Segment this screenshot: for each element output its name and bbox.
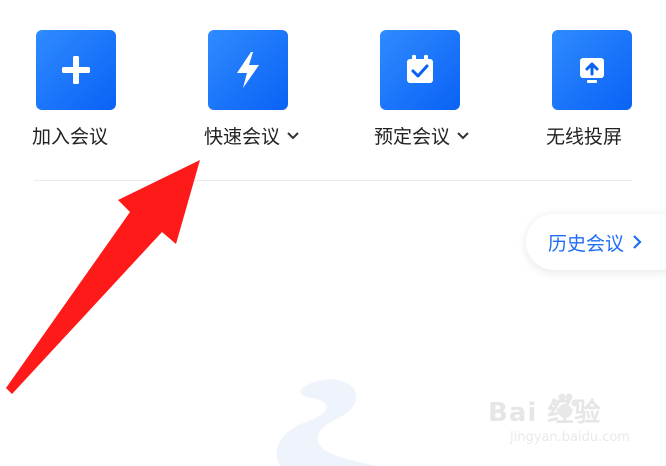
schedule-meeting-text: 预定会议	[374, 126, 451, 148]
quick-meeting-label[interactable]: 快速会议	[204, 122, 300, 149]
background-illustration	[276, 379, 378, 466]
schedule-meeting-button[interactable]	[380, 30, 460, 110]
join-meeting-text: 加入会议	[32, 126, 109, 148]
screen-share-icon	[580, 58, 604, 83]
join-meeting-button[interactable]	[36, 30, 116, 110]
join-meeting-label: 加入会议	[32, 122, 108, 149]
watermark-main: Bai 经验	[488, 398, 602, 428]
history-meetings-button[interactable]: 历史会议	[526, 214, 666, 270]
paw-icon	[552, 393, 579, 418]
wireless-share-label: 无线投屏	[546, 122, 622, 149]
lightning-icon	[237, 52, 259, 88]
calendar-check-icon	[407, 55, 433, 83]
chevron-right-icon	[632, 234, 642, 250]
annotation-arrow-icon	[6, 160, 200, 394]
quick-meeting-button[interactable]	[208, 30, 288, 110]
plus-icon	[62, 56, 90, 84]
chevron-down-icon[interactable]	[286, 131, 300, 141]
history-meetings-label: 历史会议	[548, 232, 625, 255]
wireless-share-text: 无线投屏	[546, 126, 623, 148]
chevron-down-icon[interactable]	[456, 131, 470, 141]
quick-meeting-text: 快速会议	[204, 126, 281, 148]
watermark-logo: Bai 经验 jingyan.baidu.com	[488, 392, 658, 456]
watermark-url: jingyan.baidu.com	[510, 430, 630, 445]
schedule-meeting-label[interactable]: 预定会议	[374, 122, 470, 149]
wireless-share-button[interactable]	[552, 30, 632, 110]
